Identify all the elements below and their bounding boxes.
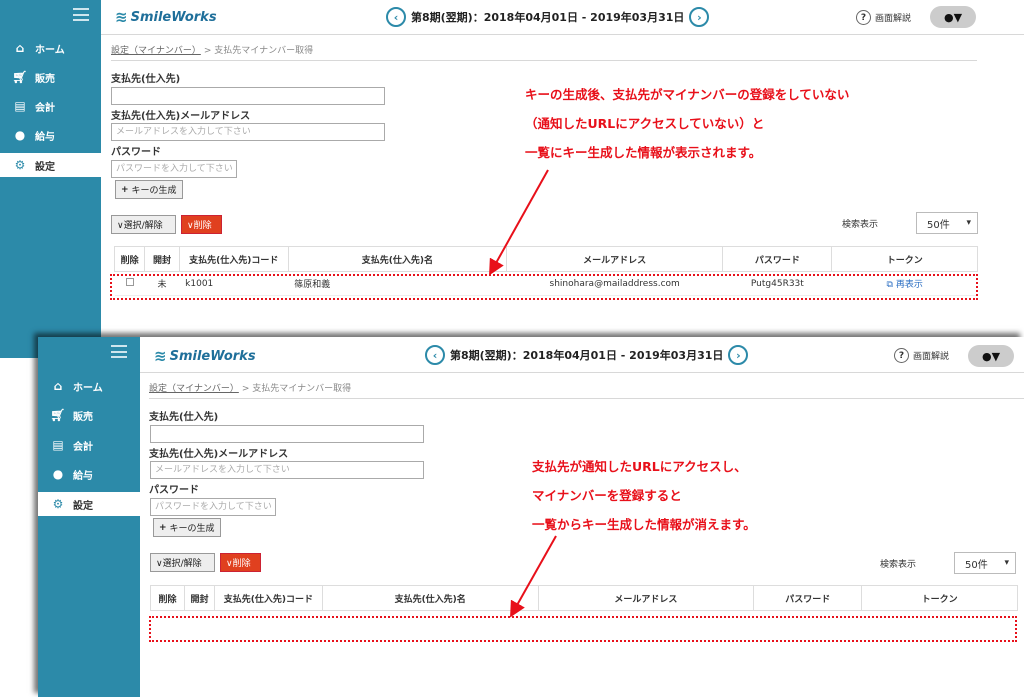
- arrow-bottom: [510, 535, 557, 618]
- arrow-top: [489, 169, 549, 276]
- annotation-arrows: [489, 169, 557, 618]
